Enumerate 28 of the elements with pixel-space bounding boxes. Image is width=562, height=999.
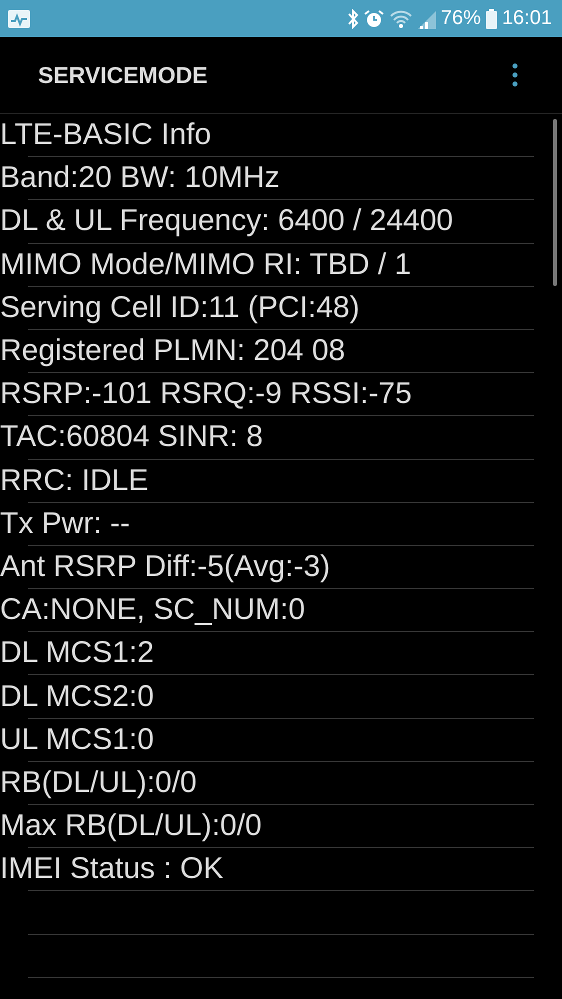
battery-percent: 76%	[440, 7, 481, 30]
bluetooth-icon	[346, 8, 359, 28]
pulse-icon	[8, 10, 30, 28]
info-line: IMEI Status : OK	[0, 852, 224, 886]
info-line: CA:NONE, SC_NUM:0	[0, 593, 306, 628]
info-line: LTE-BASIC Info	[0, 118, 212, 152]
info-line: Serving Cell ID:11 (PCI:48)	[0, 290, 360, 325]
info-line: TAC:60804 SINR: 8	[0, 420, 263, 454]
info-line: Max RB(DL/UL):0/0	[0, 809, 262, 844]
app-title: SERVICEMODE	[38, 62, 208, 88]
info-line: DL MCS2:0	[0, 680, 154, 714]
more-options-icon[interactable]	[512, 63, 518, 87]
info-line: Registered PLMN: 204 08	[0, 334, 346, 368]
wifi-icon	[388, 8, 413, 28]
clock: 16:01	[502, 7, 552, 30]
info-line: DL & UL Frequency: 6400 / 24400	[0, 204, 454, 238]
info-line: RB(DL/UL):0/0	[0, 766, 197, 800]
info-line: RSRP:-101 RSRQ:-9 RSSI:-75	[0, 377, 412, 412]
info-line: DL MCS1:2	[0, 636, 154, 670]
battery-icon	[486, 8, 497, 28]
info-line: Band:20 BW: 10MHz	[0, 161, 280, 196]
info-line: UL MCS1:0	[0, 722, 154, 757]
info-line: RRC: IDLE	[0, 464, 148, 498]
alarm-icon	[364, 8, 384, 28]
signal-icon	[418, 8, 436, 28]
info-line: Tx Pwr: --	[0, 506, 130, 541]
info-line: Ant RSRP Diff:-5(Avg:-3)	[0, 550, 330, 584]
info-line: MIMO Mode/MIMO RI: TBD / 1	[0, 248, 412, 282]
